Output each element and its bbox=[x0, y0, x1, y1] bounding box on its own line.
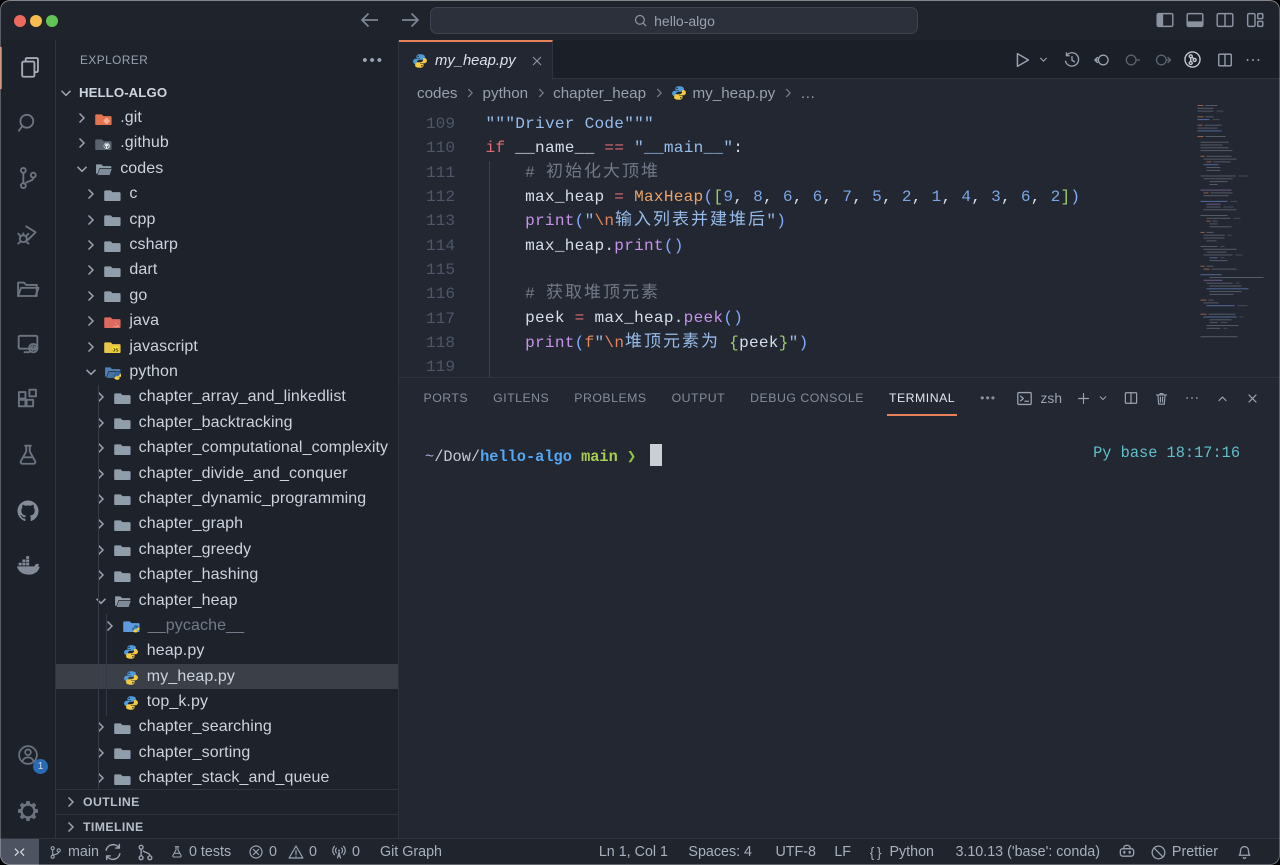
svg-text:JS: JS bbox=[113, 348, 120, 354]
